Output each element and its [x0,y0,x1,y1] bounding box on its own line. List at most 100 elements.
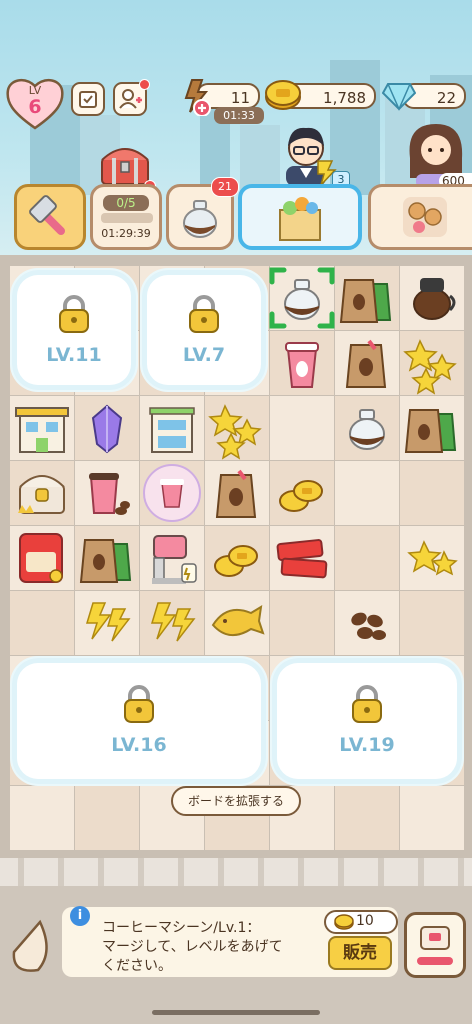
gold-stars-pile-item[interactable] [205,396,269,460]
taiyaki-fish-cake-item[interactable] [205,591,269,655]
coffee-bean-bag-green-item[interactable] [75,526,139,590]
gold-stars-pile-icon [403,339,457,395]
calendar-icon [79,91,97,108]
cookies-icon [403,197,447,237]
locked-chest-icon [18,475,65,514]
tab-chest-progress[interactable]: 0/5 01:29:39 [90,184,162,250]
fence-post [98,858,104,886]
fence-post [178,858,184,886]
hammer-icon [29,195,65,235]
glass-coffee-pot-icon [349,409,385,450]
board-items [8,266,464,666]
add-friend-button[interactable] [113,79,150,116]
energy-bolts-item[interactable] [140,591,204,655]
board-cell[interactable] [335,786,399,850]
cafe-shop-building-icon [15,407,69,453]
coffee-bean-bag-green-icon [339,279,392,323]
fence-post [298,858,304,886]
small-cafe-building-icon [149,407,195,453]
gold-stars-pile-icon [208,404,262,460]
item-description: コーヒーマシーン/Lv.1： マージして、レベルをあげて ください。 [102,919,332,976]
inventory-button[interactable] [404,912,466,978]
tab-coffee-pot[interactable]: 21 [166,177,239,250]
board-cell[interactable] [75,786,139,850]
diamond-icon [381,76,417,112]
red-candy-packs-icon [276,539,328,579]
small-cafe-building-item[interactable] [140,396,204,460]
gold-coins-item[interactable] [205,526,269,590]
locked-chest-item[interactable] [10,461,74,525]
chest-progress-bar [101,213,153,223]
board-cell[interactable] [400,786,464,850]
board-cell[interactable] [10,786,74,850]
level-badge[interactable]: LV 6 [4,74,66,130]
notification-dot [139,79,150,90]
energy-bolts-icon [85,602,131,642]
energy-icon [180,76,214,117]
glass-coffee-pot-item[interactable] [268,264,335,330]
paper-coffee-cup-item[interactable] [270,331,334,395]
gold-coins-item[interactable] [270,461,334,525]
description-line-2: マージして、レベルをあげて [102,939,283,955]
padlock-icon [352,685,382,723]
glass-coffee-pot-item[interactable] [335,396,399,460]
bubble-coffee-cup-icon [143,464,201,522]
coffee-bean-bag-green-icon [404,409,457,453]
tab-grocery-bag[interactable] [238,184,362,250]
chest-icon[interactable] [94,140,156,192]
gold-stars-icon [407,540,458,576]
coffee-bean-bag-green-item[interactable] [400,396,464,460]
gold-coins-icon [214,545,258,577]
red-candy-packs-item[interactable] [270,526,334,590]
padlock-icon [124,685,154,723]
energy-bolts-item[interactable] [75,591,139,655]
coin-icon [334,914,354,930]
sell-price-value: 10 [356,913,374,929]
locked-area-3[interactable]: LV.16 [12,658,266,784]
bubble-coffee-cup-item[interactable] [140,461,204,525]
fence-post [18,858,24,886]
selection-frame [268,264,335,329]
tab-hammer[interactable] [14,184,86,250]
sell-button[interactable]: 販売 [328,936,392,970]
taiyaki-fish-cake-icon [211,605,265,636]
coffee-beans-item[interactable] [335,591,399,655]
coffee-cup-with-beans-item[interactable] [75,461,139,525]
expand-board-button[interactable]: ボードを拡張する [171,786,301,816]
snack-bag-red-item[interactable] [10,526,74,590]
energy-bolts-icon [150,602,196,642]
coffee-machine-icon [152,535,197,584]
lock-level-label: LV.19 [339,734,395,756]
fence-post [218,858,224,886]
coffee-bean-bag-green-item[interactable] [335,266,399,330]
fence-post [458,858,464,886]
coffee-machine-item[interactable] [140,526,204,590]
paper-coffee-cup-icon [285,342,319,388]
level-value: 6 [28,96,42,118]
coffee-bean-bag-item[interactable] [205,461,269,525]
coffee-beans-icon [351,612,386,640]
calendar-button[interactable] [71,82,105,116]
coffee-bean-bag-icon [345,339,387,388]
merge-board: LV.11 LV.7 LV.16 LV.19 [8,266,464,866]
coin-icon [264,77,302,113]
coffee-bean-bag-green-icon [79,539,132,583]
coffee-cup-with-beans-icon [89,473,130,515]
pot-badge: 21 [211,177,239,197]
purple-gem-icon [91,404,123,454]
locked-area-4[interactable]: LV.19 [272,658,462,784]
coffee-bean-bag-item[interactable] [335,331,399,395]
fence-post [338,858,344,886]
glass-coffee-pot-full-item[interactable] [400,266,464,330]
fence [0,858,472,886]
fence-post [138,858,144,886]
purple-gem-item[interactable] [75,396,139,460]
gold-stars-item[interactable] [400,526,464,590]
gold-stars-pile-item[interactable] [400,331,464,395]
glass-coffee-pot-full-icon [413,278,456,320]
tab-cookies[interactable] [368,184,472,250]
cafe-shop-building-item[interactable] [10,396,74,460]
fence-post [58,858,64,886]
item-preview-button[interactable] [10,918,56,974]
info-icon[interactable]: i [70,906,90,926]
